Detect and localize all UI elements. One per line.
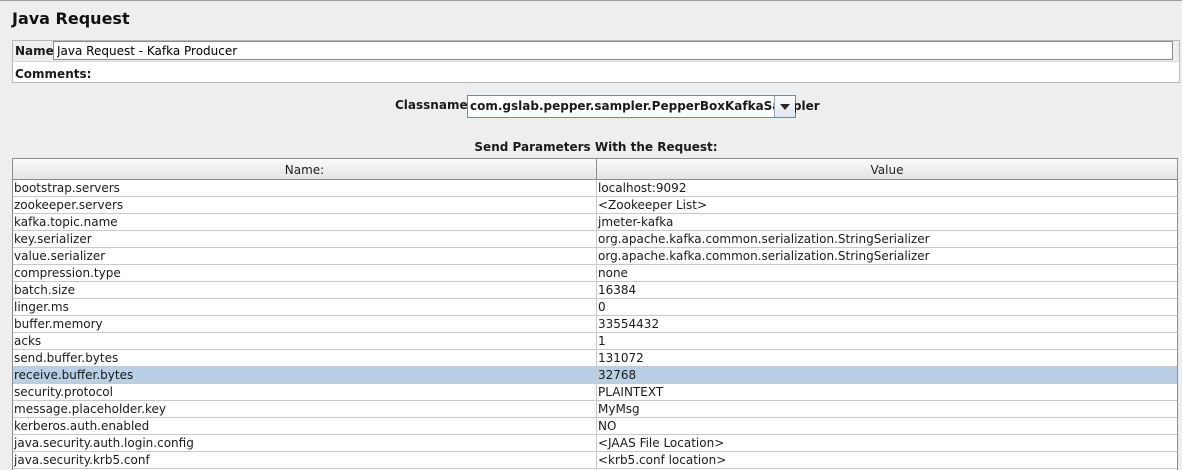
param-name-cell[interactable]: send.buffer.bytes (13, 350, 597, 366)
param-name-cell[interactable]: buffer.memory (13, 316, 597, 332)
param-value-cell[interactable]: 1 (597, 333, 1176, 349)
param-value-cell[interactable]: localhost:9092 (597, 180, 1176, 196)
param-name-cell[interactable]: compression.type (13, 265, 597, 281)
table-row[interactable]: message.placeholder.key MyMsg (13, 401, 1177, 418)
param-name-cell[interactable]: bootstrap.servers (13, 180, 597, 196)
param-name-cell[interactable]: kafka.topic.name (13, 214, 597, 230)
comments-field[interactable]: Comments: (13, 61, 1179, 82)
table-row[interactable]: acks 1 (13, 333, 1177, 350)
param-value-cell[interactable]: org.apache.kafka.common.serialization.St… (597, 231, 1176, 247)
param-name-cell[interactable]: key.serializer (13, 231, 597, 247)
param-value-cell[interactable]: none (597, 265, 1176, 281)
parameters-table: Name: Value bootstrap.servers localhost:9… (12, 158, 1178, 470)
table-row[interactable]: zookeeper.servers <Zookeeper List> (13, 197, 1177, 214)
params-title: Send Parameters With the Request: (474, 140, 718, 154)
column-header-name[interactable]: Name: (13, 159, 597, 179)
table-row[interactable]: security.protocol PLAINTEXT (13, 384, 1177, 401)
param-name-cell[interactable]: security.protocol (13, 384, 597, 400)
table-row[interactable]: java.security.auth.login.config <JAAS Fil… (13, 435, 1177, 452)
table-row[interactable]: batch.size 16384 (13, 282, 1177, 299)
table-row[interactable]: buffer.memory 33554432 (13, 316, 1177, 333)
column-header-value[interactable]: Value (597, 159, 1177, 179)
table-row[interactable]: compression.type none (13, 265, 1177, 282)
param-value-cell[interactable]: <JAAS File Location> (597, 435, 1176, 451)
param-name-cell[interactable]: linger.ms (13, 299, 597, 315)
param-name-cell[interactable]: batch.size (13, 282, 597, 298)
table-header: Name: Value (13, 159, 1177, 180)
param-value-cell[interactable]: <krb5.conf location> (597, 452, 1176, 468)
table-row[interactable]: kafka.topic.name jmeter-kafka (13, 214, 1177, 231)
window-top-border (0, 0, 1182, 1)
classname-dropdown[interactable]: com.gslab.pepper.sampler.PepperBoxKafkaS… (467, 95, 820, 118)
param-name-cell[interactable]: message.placeholder.key (13, 401, 597, 417)
param-name-cell[interactable]: acks (13, 333, 597, 349)
classname-label: Classname: (395, 98, 473, 112)
param-name-cell[interactable]: java.security.auth.login.config (13, 435, 597, 451)
param-value-cell[interactable]: <Zookeeper List> (597, 197, 1176, 213)
param-name-cell[interactable]: java.security.krb5.conf (13, 452, 597, 468)
dropdown-button[interactable] (774, 96, 795, 117)
table-body: bootstrap.servers localhost:9092 zookeeper… (13, 180, 1177, 470)
param-value-cell[interactable]: NO (597, 418, 1176, 434)
param-name-cell[interactable]: zookeeper.servers (13, 197, 597, 213)
name-comments-box: Name: Comments: (12, 40, 1180, 83)
name-input[interactable] (53, 41, 1173, 60)
param-value-cell[interactable]: 131072 (597, 350, 1176, 366)
table-row[interactable]: java.security.krb5.conf <krb5.conf locati… (13, 452, 1177, 469)
param-value-cell[interactable]: 32768 (597, 367, 1176, 383)
param-value-cell[interactable]: 16384 (597, 282, 1176, 298)
table-row[interactable]: send.buffer.bytes 131072 (13, 350, 1177, 367)
table-row[interactable]: linger.ms 0 (13, 299, 1177, 316)
table-row[interactable]: key.serializer org.apache.kafka.common.se… (13, 231, 1177, 248)
param-value-cell[interactable]: 33554432 (597, 316, 1176, 332)
param-value-cell[interactable]: PLAINTEXT (597, 384, 1176, 400)
param-value-cell[interactable]: jmeter-kafka (597, 214, 1176, 230)
table-row[interactable]: kerberos.auth.enabled NO (13, 418, 1177, 435)
table-row[interactable]: receive.buffer.bytes 32768 (13, 367, 1177, 384)
param-value-cell[interactable]: 0 (597, 299, 1176, 315)
param-value-cell[interactable]: org.apache.kafka.common.serialization.St… (597, 248, 1176, 264)
table-row[interactable]: value.serializer org.apache.kafka.common.… (13, 248, 1177, 265)
panel-title: Java Request (12, 9, 130, 28)
param-name-cell[interactable]: receive.buffer.bytes (13, 367, 597, 383)
param-name-cell[interactable]: value.serializer (13, 248, 597, 264)
param-name-cell[interactable]: kerberos.auth.enabled (13, 418, 597, 434)
table-row[interactable]: bootstrap.servers localhost:9092 (13, 180, 1177, 197)
chevron-down-icon (780, 103, 790, 110)
param-value-cell[interactable]: MyMsg (597, 401, 1176, 417)
classname-value: com.gslab.pepper.sampler.PepperBoxKafkaS… (470, 99, 820, 113)
comments-label: Comments: (15, 67, 92, 81)
